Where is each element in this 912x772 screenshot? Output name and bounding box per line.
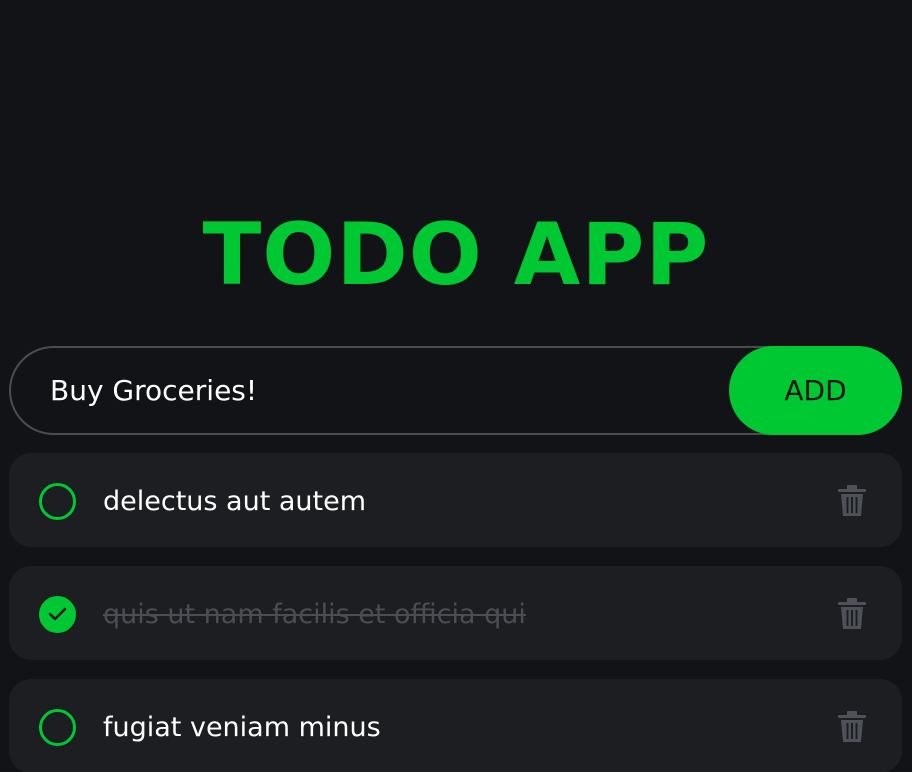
trash-icon[interactable] xyxy=(838,485,866,517)
todo-text: fugiat veniam minus xyxy=(103,712,381,743)
page-title: TODO APP xyxy=(202,205,710,305)
todo-text: delectus aut autem xyxy=(103,486,367,517)
trash-icon[interactable] xyxy=(838,711,866,743)
todo-item: fugiat veniam minus xyxy=(9,679,902,772)
todo-item: delectus aut autem xyxy=(9,453,902,547)
check-circle-icon[interactable] xyxy=(39,596,76,633)
todo-item: quis ut nam facilis et officia qui xyxy=(9,566,902,660)
todo-text: quis ut nam facilis et officia qui xyxy=(103,599,526,630)
trash-icon[interactable] xyxy=(838,598,866,630)
todo-app: TODO APP ADD delectus aut autem xyxy=(0,0,912,772)
circle-icon[interactable] xyxy=(39,483,76,520)
circle-icon[interactable] xyxy=(39,709,76,746)
add-button[interactable]: ADD xyxy=(729,346,902,435)
todo-list: delectus aut autem quis ut nam facilis e… xyxy=(9,453,902,772)
add-todo-form: ADD xyxy=(9,346,902,435)
